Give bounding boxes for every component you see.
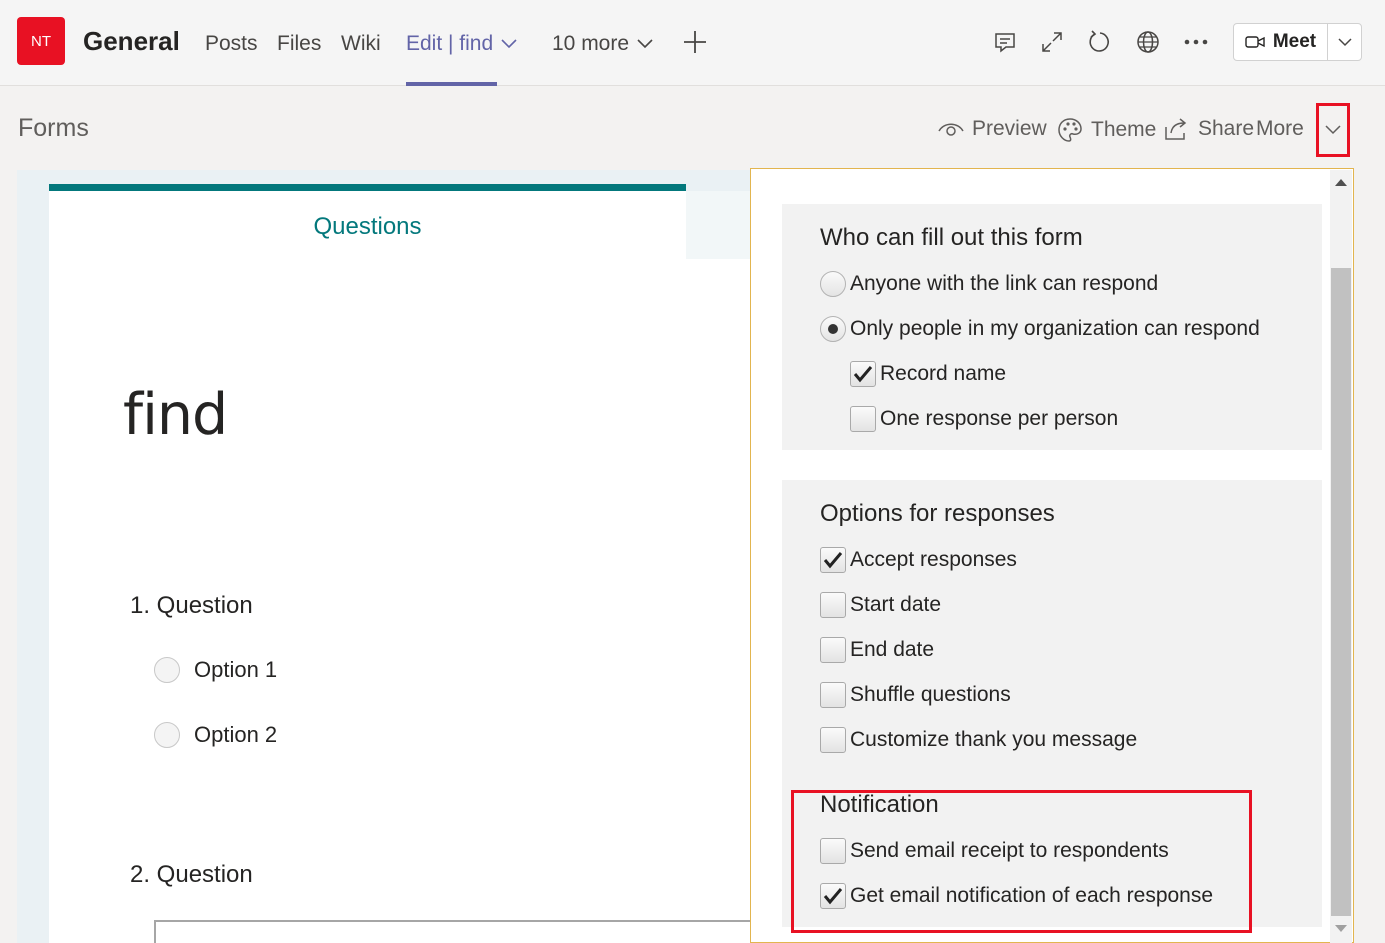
questions-tab-label: Questions xyxy=(313,213,422,240)
option-label: End date xyxy=(850,638,935,661)
meet-dropdown-button[interactable] xyxy=(1328,24,1361,60)
teams-top-bar: NT General Posts Files Wiki Edit | find … xyxy=(0,0,1385,86)
tab-label: Edit | find xyxy=(406,32,494,55)
radio-button[interactable] xyxy=(154,657,180,683)
tab-label: Files xyxy=(277,32,322,55)
chevron-down-icon xyxy=(637,39,653,49)
refresh-icon[interactable] xyxy=(1086,28,1114,56)
radio-button[interactable] xyxy=(820,271,846,297)
settings-panel: Who can fill out this form Anyone with t… xyxy=(750,168,1354,943)
checkbox[interactable] xyxy=(820,592,846,618)
tab-posts[interactable]: Posts xyxy=(205,32,258,56)
checkbox[interactable] xyxy=(850,406,876,432)
checkbox[interactable] xyxy=(820,637,846,663)
shuffle-questions-option[interactable]: Shuffle questions xyxy=(820,682,1011,708)
option-label: Shuffle questions xyxy=(850,683,1011,706)
chevron-down-icon xyxy=(1325,125,1341,135)
end-date-option[interactable]: End date xyxy=(820,637,934,663)
share-label: Share xyxy=(1198,117,1255,140)
share-button[interactable]: Share xyxy=(1164,117,1254,141)
checkbox[interactable] xyxy=(820,547,846,573)
option-label: Only people in my organization can respo… xyxy=(850,317,1260,340)
section-title: Options for responses xyxy=(820,500,1055,527)
theme-label: Theme xyxy=(1091,118,1157,141)
eye-icon xyxy=(938,123,964,136)
thank-you-message-option[interactable]: Customize thank you message xyxy=(820,727,1137,753)
checkbox[interactable] xyxy=(820,727,846,753)
anyone-with-link-option[interactable]: Anyone with the link can respond xyxy=(820,271,1158,297)
radio-button[interactable] xyxy=(820,316,846,342)
organization-only-option[interactable]: Only people in my organization can respo… xyxy=(820,316,1260,342)
tab-files[interactable]: Files xyxy=(277,32,321,56)
palette-icon xyxy=(1058,118,1082,142)
tab-wiki[interactable]: Wiki xyxy=(341,32,381,56)
add-tab-icon[interactable] xyxy=(681,28,709,56)
app-title: Forms xyxy=(18,114,89,142)
start-date-option[interactable]: Start date xyxy=(820,592,941,618)
channel-name: General xyxy=(83,26,180,56)
meet-button[interactable]: Meet xyxy=(1234,24,1328,60)
tab-label: Wiki xyxy=(341,32,381,55)
expand-icon[interactable] xyxy=(1038,28,1066,56)
one-response-option[interactable]: One response per person xyxy=(850,406,1118,432)
theme-button[interactable]: Theme xyxy=(1057,117,1156,143)
option-label: Anyone with the link can respond xyxy=(850,272,1159,295)
team-avatar[interactable]: NT xyxy=(17,17,65,65)
more-dropdown-button[interactable] xyxy=(1316,103,1350,157)
preview-label: Preview xyxy=(972,117,1047,140)
share-icon xyxy=(1165,118,1187,140)
question-title[interactable]: 1. Question xyxy=(130,592,253,620)
checkbox[interactable] xyxy=(850,361,876,387)
scrollbar-thumb[interactable] xyxy=(1331,268,1351,916)
tab-more[interactable]: 10 more xyxy=(552,32,653,56)
tab-label: Posts xyxy=(205,32,258,55)
checkmark-icon xyxy=(853,366,873,383)
choice-option[interactable]: Option 2 xyxy=(154,722,277,748)
checkmark-icon xyxy=(823,552,843,569)
option-label: Record name xyxy=(880,362,1007,385)
option-label: Option 2 xyxy=(194,722,278,747)
video-camera-icon xyxy=(1245,36,1265,48)
radio-button[interactable] xyxy=(154,722,180,748)
option-label: Option 1 xyxy=(194,657,278,682)
more-label: More xyxy=(1256,117,1304,140)
scroll-down-arrow-icon[interactable] xyxy=(1333,922,1349,936)
conversation-icon[interactable] xyxy=(991,28,1019,56)
answer-text-field[interactable] xyxy=(154,920,757,943)
question-title[interactable]: 2. Question xyxy=(130,861,253,889)
tab-label: 10 more xyxy=(552,32,630,55)
meet-label: Meet xyxy=(1272,31,1317,52)
chevron-down-icon xyxy=(1337,37,1352,46)
option-label: One response per person xyxy=(880,407,1119,430)
option-label: Customize thank you message xyxy=(850,728,1138,751)
more-button[interactable]: More xyxy=(1256,117,1304,141)
notification-highlight-box xyxy=(791,790,1252,933)
option-label: Start date xyxy=(850,593,942,616)
tab-edit-find[interactable]: Edit | find xyxy=(406,32,517,56)
accept-responses-option[interactable]: Accept responses xyxy=(820,547,1017,573)
tab-questions[interactable]: Questions xyxy=(49,184,686,259)
section-title: Who can fill out this form xyxy=(820,224,1083,251)
choice-option[interactable]: Option 1 xyxy=(154,657,277,683)
responses-tab-area xyxy=(686,191,757,259)
globe-icon[interactable] xyxy=(1134,28,1162,56)
who-can-fill-section: Who can fill out this form Anyone with t… xyxy=(782,204,1322,450)
preview-button[interactable]: Preview xyxy=(938,117,1047,141)
scroll-up-arrow-icon[interactable] xyxy=(1333,175,1349,189)
form-title[interactable]: find xyxy=(123,382,228,448)
active-tab-indicator xyxy=(406,82,497,86)
chevron-down-icon xyxy=(501,39,517,49)
option-label: Accept responses xyxy=(850,548,1017,571)
more-options-icon[interactable] xyxy=(1182,28,1210,56)
meet-button-group: Meet xyxy=(1233,23,1362,61)
record-name-option[interactable]: Record name xyxy=(850,361,1006,387)
checkbox[interactable] xyxy=(820,682,846,708)
